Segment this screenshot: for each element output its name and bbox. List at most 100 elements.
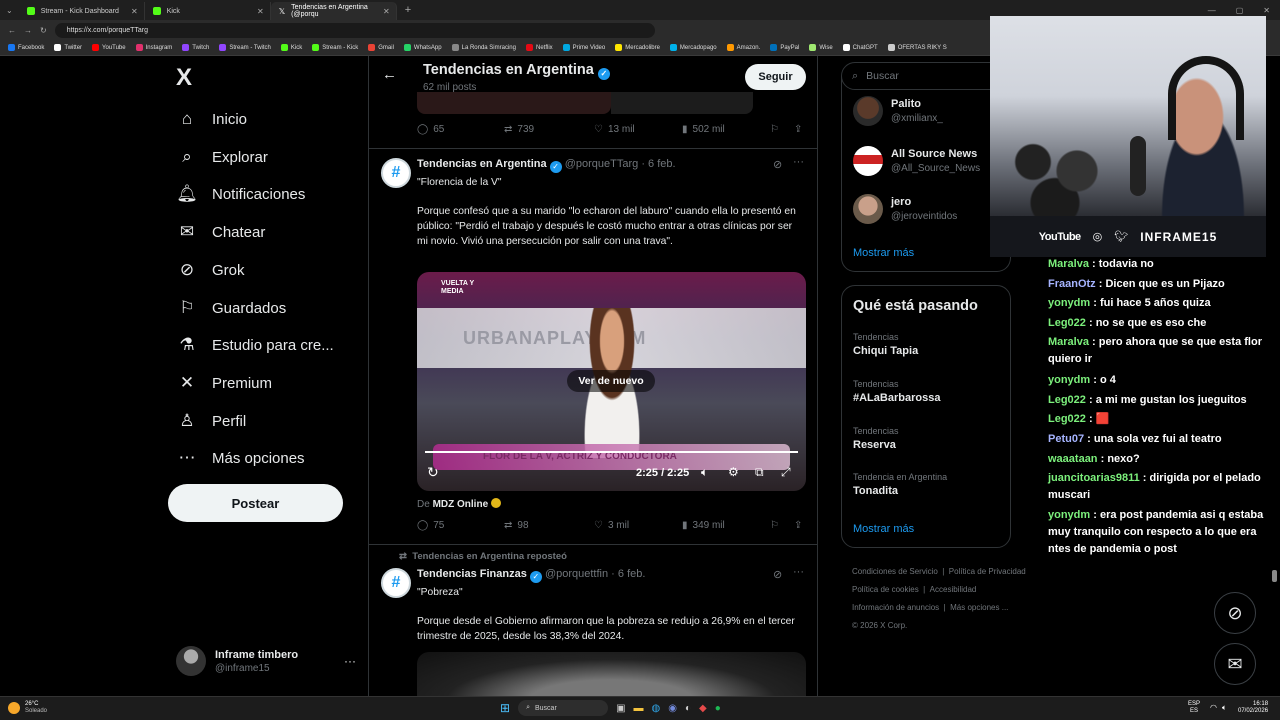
nav-item-notifications[interactable]: 🔔︎ Notificaciones (176, 177, 305, 211)
video-progress-track[interactable] (425, 451, 798, 453)
tweet[interactable]: # Tendencias en Argentina ✓ @porqueTTarg… (369, 148, 817, 544)
back-arrow-icon[interactable]: ← (382, 66, 397, 83)
bookmark-item[interactable]: ChatGPT (842, 44, 878, 51)
close-icon[interactable]: ✕ (131, 7, 138, 16)
reply-button[interactable]: ◯ 75 (417, 520, 504, 531)
pip-icon[interactable]: ⧉ (755, 465, 764, 480)
trend-item[interactable]: Tendencia en Argentina Tonadita (853, 472, 947, 497)
footer-link[interactable]: Condiciones de Servicio (852, 567, 938, 576)
replay-icon[interactable]: ↻ (427, 464, 439, 481)
page-scrollbar[interactable] (1272, 570, 1277, 582)
tweet[interactable]: ⇄ Tendencias en Argentina reposteó # Ten… (369, 544, 817, 696)
spotify-icon[interactable]: ● (715, 703, 721, 714)
trend-item[interactable]: Tendencias #ALaBarbarossa (853, 379, 940, 404)
follow-suggestion[interactable]: jero @jeroveintidos (853, 194, 957, 224)
reload-icon[interactable]: ↻ (40, 26, 47, 35)
grok-icon[interactable]: ⊘ (773, 568, 782, 581)
footer-link[interactable]: Accesibilidad (930, 585, 977, 594)
views-button[interactable]: ▮ 502 mil (682, 124, 770, 135)
show-more-link[interactable]: Mostrar más (853, 247, 914, 259)
nav-item-explore[interactable]: ⌕ Explorar (176, 140, 268, 174)
forward-icon[interactable]: → (24, 26, 32, 35)
bookmark-item[interactable]: Mercadolibre (615, 44, 660, 51)
post-button[interactable]: Postear (168, 484, 343, 522)
show-more-link[interactable]: Mostrar más (853, 523, 914, 535)
bookmark-item[interactable]: Stream - Twitch (219, 44, 271, 51)
nav-item-grok[interactable]: ⊘ Grok (176, 253, 245, 287)
minimize-icon[interactable]: — (1198, 6, 1226, 15)
account-switcher[interactable]: Inframe timbero @inframe15 ··· (176, 644, 356, 678)
bookmark-item[interactable]: YouTube (92, 44, 126, 51)
messages-float-button[interactable]: ✉︎ (1214, 643, 1256, 685)
taskview-icon[interactable]: ▣ (616, 703, 625, 714)
bookmark-item[interactable]: Wise (809, 44, 833, 51)
like-button[interactable]: ♡ 13 mil (594, 124, 682, 135)
maximize-icon[interactable]: ▢ (1226, 6, 1254, 15)
footer-link[interactable]: Política de cookies (852, 585, 919, 594)
views-button[interactable]: ▮ 349 mil (682, 520, 770, 531)
share-icon[interactable]: ⇪ (794, 124, 802, 135)
volume-icon[interactable]: 🔈︎ (1222, 703, 1227, 713)
close-window-icon[interactable]: ✕ (1253, 6, 1280, 15)
follow-button[interactable]: Seguir (745, 64, 806, 90)
steam-icon[interactable]: ◐ (685, 703, 691, 714)
bookmark-item[interactable]: Kick (280, 44, 302, 51)
share-icon[interactable]: ⇪ (794, 520, 802, 531)
tab-kick[interactable]: Kick ✕ (145, 2, 271, 20)
close-icon[interactable]: ✕ (257, 7, 264, 16)
nav-item-premium[interactable]: ✕ Premium (176, 366, 272, 400)
grok-icon[interactable]: ⊘ (773, 158, 782, 171)
trend-item[interactable]: Tendencias Chiqui Tapia (853, 332, 918, 357)
nav-item-chat[interactable]: ✉︎ Chatear (176, 215, 266, 249)
bookmark-item[interactable]: Gmail (368, 44, 394, 51)
bookmark-item[interactable]: Amazon. (726, 44, 760, 51)
tab-tendencias[interactable]: 𝕏 Tendencias en Argentina (@porqu ✕ (270, 2, 397, 20)
app-icon[interactable]: ◆ (699, 703, 707, 714)
bookmark-item[interactable]: Stream - Kick (312, 44, 358, 51)
back-icon[interactable]: ← (8, 26, 16, 35)
settings-icon[interactable]: ⚙ (728, 465, 739, 479)
bookmark-item[interactable]: Twitter (54, 44, 82, 51)
bookmark-item[interactable]: Prime Video (562, 44, 605, 51)
volume-icon[interactable]: 🔈︎ (701, 465, 708, 480)
bookmark-item[interactable]: Instagram (135, 44, 172, 51)
fullscreen-icon[interactable]: ⤢ (781, 465, 791, 480)
explorer-icon[interactable]: ▬ (634, 703, 644, 714)
follow-suggestion[interactable]: Palito @xmilianx_ (853, 96, 943, 126)
bookmark-item[interactable]: Twitch (182, 44, 209, 51)
close-icon[interactable]: ✕ (383, 7, 390, 16)
discord-icon[interactable]: ◉ (668, 703, 677, 714)
nav-item-profile[interactable]: ♙ Perfil (176, 404, 246, 438)
taskbar-search[interactable]: ⌕ Buscar (518, 700, 609, 716)
bookmark-item[interactable]: WhatsApp (403, 44, 442, 51)
tab-menu-icon[interactable]: ⌄ (0, 6, 19, 15)
footer-link[interactable]: Información de anuncios (852, 603, 939, 612)
new-tab-icon[interactable]: + (397, 4, 419, 16)
bookmark-icon[interactable]: ⚐ (770, 520, 794, 531)
tweet-media[interactable] (417, 652, 806, 696)
bookmark-item[interactable]: Netflix (525, 44, 553, 51)
more-icon[interactable]: ··· (344, 654, 356, 668)
more-icon[interactable]: ··· (793, 566, 804, 578)
nav-item-creator-studio[interactable]: ⚗ Estudio para cre... (176, 328, 333, 362)
nav-item-more[interactable]: ⋯ Más opciones (176, 441, 305, 475)
footer-link[interactable]: Más opciones ... (950, 603, 1008, 612)
tab-kick-dashboard[interactable]: Stream - Kick Dashboard ✕ (19, 2, 145, 20)
bookmark-item[interactable]: Facebook (8, 44, 44, 51)
url-field[interactable]: https://x.com/porqueTTarg (54, 22, 655, 38)
windows-start-icon[interactable]: ⊞ (500, 701, 510, 715)
reply-button[interactable]: ◯ 65 (417, 124, 504, 135)
video-player[interactable]: URBANAPLAY.COM VUELTA Y MEDIA Ver de nue… (417, 272, 806, 491)
like-button[interactable]: ♡ 3 mil (594, 520, 682, 531)
more-icon[interactable]: ··· (793, 156, 804, 168)
follow-suggestion[interactable]: All Source News @All_Source_News (853, 146, 980, 176)
repost-button[interactable]: ⇄ 739 (504, 124, 594, 135)
nav-item-bookmarks[interactable]: ⚐ Guardados (176, 291, 286, 325)
nav-item-home[interactable]: ⌂ Inicio (176, 102, 247, 136)
repost-button[interactable]: ⇄ 98 (504, 520, 594, 531)
x-logo[interactable]: X (176, 64, 200, 92)
bookmark-item[interactable]: PayPal (770, 44, 799, 51)
bookmark-item[interactable]: Mercadopago (669, 44, 717, 51)
footer-link[interactable]: Política de Privacidad (949, 567, 1026, 576)
replay-pill[interactable]: Ver de nuevo (567, 370, 655, 392)
